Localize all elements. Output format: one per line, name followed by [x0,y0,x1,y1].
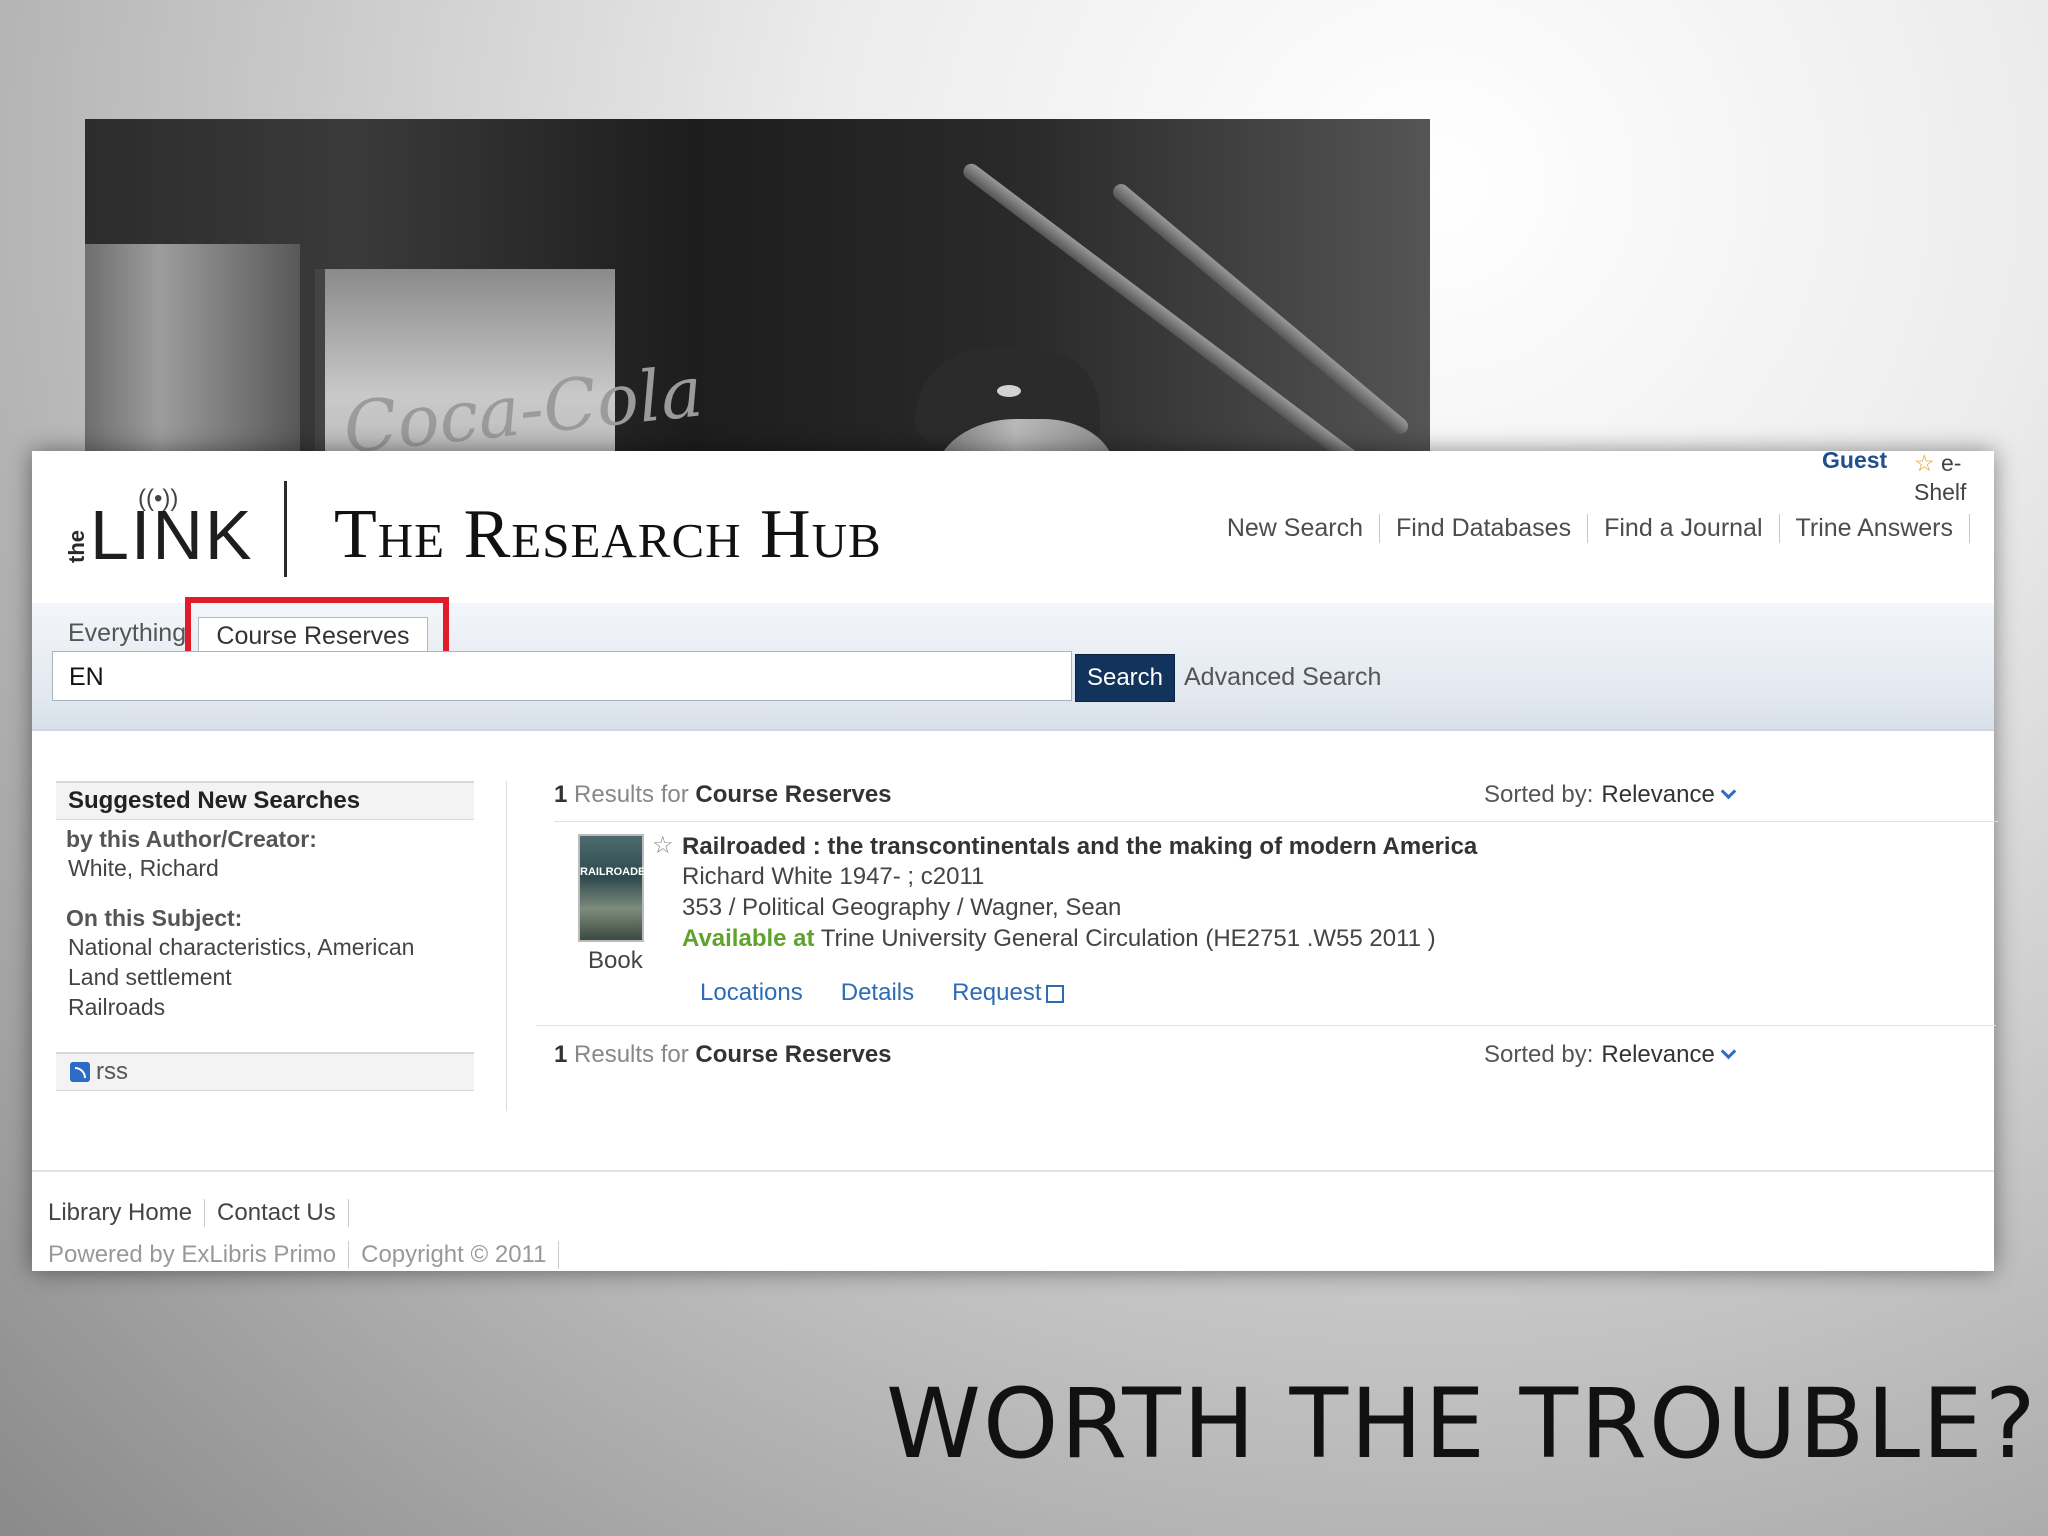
results-for-label: Results for [574,1041,689,1068]
sorted-by-label: Sorted by: [1484,1041,1594,1068]
book-cover[interactable]: RAILROADED [578,834,653,942]
primo-screenshot: the ((•)) LINK The Research Hub Guest ☆ … [32,447,1998,1271]
advanced-search-link[interactable]: Advanced Search [1184,663,1381,692]
contact-us-link[interactable]: Contact Us [217,1199,349,1227]
external-link-icon [1045,984,1064,1003]
available-label: Available at [682,925,815,952]
powered-by[interactable]: Powered by ExLibris Primo [48,1241,350,1269]
slide-photo: Coca-Cola [85,119,1430,452]
cover-title: RAILROADED [580,866,654,878]
search-input[interactable]: EN [52,651,1072,701]
nav-trine-answers[interactable]: Trine Answers [1780,514,1970,543]
result-author: Richard White 1947- ; c2011 [682,863,985,890]
search-button[interactable]: Search [1075,654,1175,702]
available-location: Trine University General Circulation (HE… [820,925,1436,952]
author-label: by this Author/Creator: [66,826,317,852]
results-for-label: Results for [574,781,689,808]
column-divider [506,781,507,1111]
rss-label: rss [96,1058,128,1085]
suggested-searches: Suggested New Searches by this Author/Cr… [56,781,474,1091]
results-header: 1 Results for Course Reserves Sorted by:… [554,781,1998,822]
results-scope: Course Reserves [695,1041,892,1068]
library-home-link[interactable]: Library Home [48,1199,206,1227]
nav-find-databases[interactable]: Find Databases [1380,514,1589,543]
tab-everything[interactable]: Everything [68,619,186,648]
footer-credits: Powered by ExLibris Primo Copyright © 20… [48,1241,571,1269]
locations-link[interactable]: Locations [700,979,803,1007]
subject-link[interactable]: Land settlement [56,962,474,992]
guest-link[interactable]: Guest [1822,447,1887,474]
top-nav: New Search Find Databases Find a Journal… [1211,514,1970,543]
result-tabs: Locations Details Request [700,979,1064,1007]
resource-type: Book [588,947,643,974]
result-availability: Available at Trine University General Ci… [682,925,1436,953]
logo-divider [284,481,287,577]
results-count: 1 [554,781,568,808]
site-title: The Research Hub [334,496,882,573]
subject-label: On this Subject: [66,905,243,931]
results-scope: Course Reserves [695,781,892,808]
footer-links: Library Home Contact Us [48,1199,361,1227]
sort-value: Relevance [1601,781,1715,808]
sort-control[interactable]: Sorted by: Relevance [1484,781,1737,809]
result-course: 353 / Political Geography / Wagner, Sean [682,894,1122,921]
subject-link[interactable]: National characteristics, American [56,932,474,962]
sidebar-heading: Suggested New Searches [56,781,474,820]
chevron-down-icon [1720,1043,1737,1060]
slide-title: WORTH THE TROUBLE? [886,1368,2038,1480]
nav-find-journal[interactable]: Find a Journal [1588,514,1780,543]
sort-control[interactable]: Sorted by: Relevance [1484,1041,1737,1069]
rss-link[interactable]: rss [56,1052,474,1091]
eshelf-link[interactable]: ☆ e-Shelf [1914,449,1984,507]
rss-icon [70,1062,90,1082]
photo-cap-badge [997,385,1021,397]
copyright: Copyright © 2011 [361,1241,560,1269]
sorted-by-label: Sorted by: [1484,781,1594,808]
subject-link[interactable]: Railroads [56,992,474,1022]
chevron-down-icon [1720,783,1737,800]
add-to-eshelf-star-icon[interactable]: ☆ [652,831,674,860]
details-link[interactable]: Details [841,979,914,1007]
sort-value: Relevance [1601,1041,1715,1068]
result-title[interactable]: Railroaded : the transcontinentals and t… [682,833,1477,861]
request-link[interactable]: Request [952,979,1064,1007]
site-header: the ((•)) LINK The Research Hub Guest ☆ … [32,447,1994,605]
star-icon: ☆ [1914,450,1942,476]
search-band: Everything Course Reserves EN Search Adv… [32,597,1994,731]
photo-cabinet [85,244,300,452]
nav-new-search[interactable]: New Search [1211,514,1380,543]
request-label: Request [952,979,1042,1006]
author-link[interactable]: White, Richard [56,853,474,883]
logo-the: the [64,530,89,563]
results-count: 1 [554,1041,568,1068]
results-footer: 1 Results for Course Reserves Sorted by:… [554,1041,1998,1069]
footer-divider [32,1170,1994,1172]
result-item: RAILROADED Book ☆ Railroaded : the trans… [536,829,1996,1026]
logo-link: LINK [90,496,254,574]
